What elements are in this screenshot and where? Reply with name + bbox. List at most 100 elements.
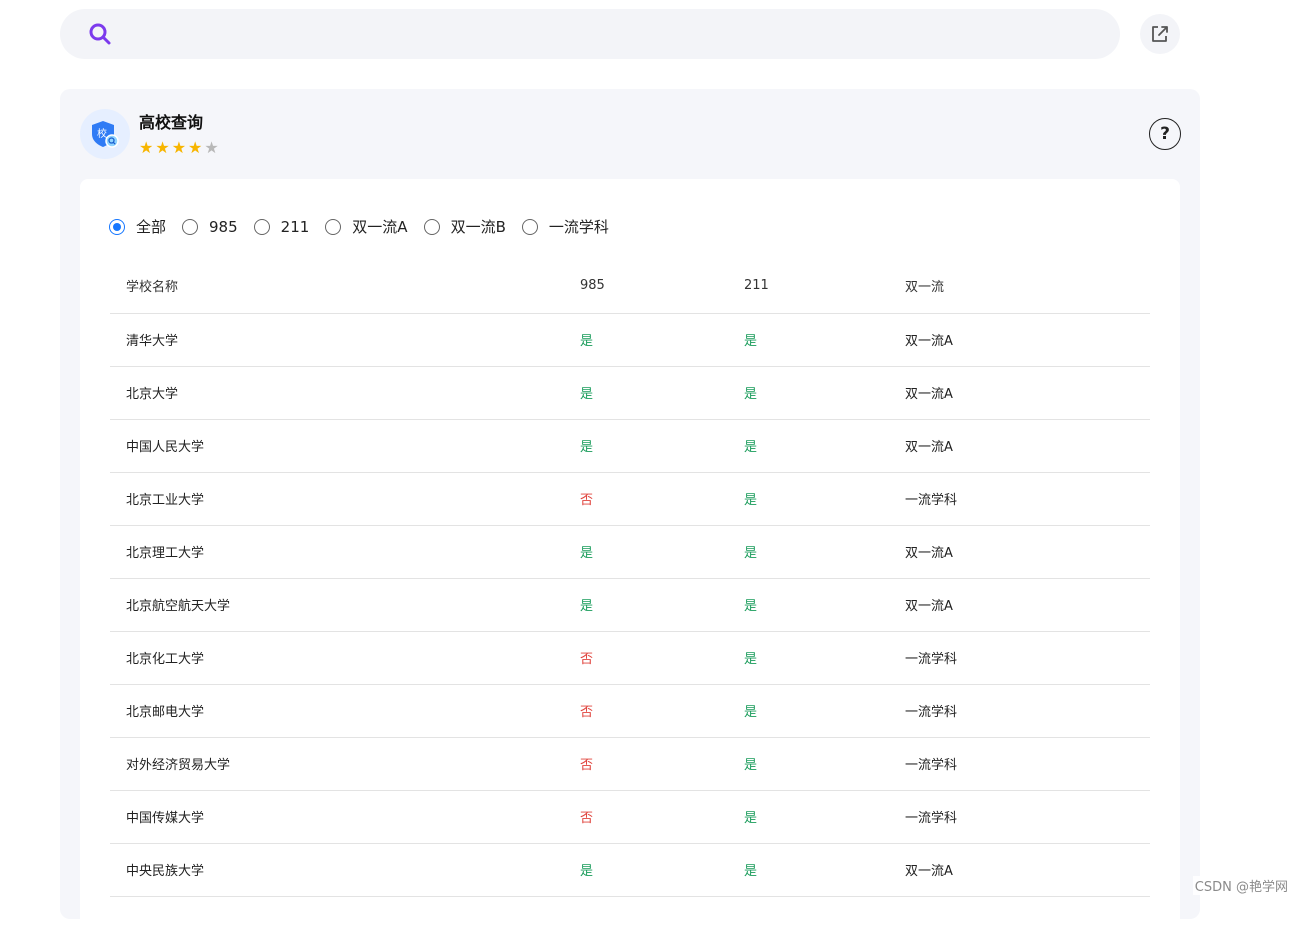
filter-label: 一流学科 [549, 216, 609, 237]
table-header-row: 学校名称 985 211 双一流 [110, 259, 1150, 313]
cell-double-first-class: 一流学科 [889, 684, 1150, 737]
cell-school-name: 对外经济贸易大学 [110, 737, 564, 790]
cell-211: 是 [728, 631, 889, 684]
cell-211: 是 [728, 737, 889, 790]
share-icon [1149, 23, 1171, 45]
cell-985: 是 [564, 366, 728, 419]
cell-211: 是 [728, 419, 889, 472]
star-icon: ★ [204, 139, 218, 157]
filter-label: 985 [209, 218, 238, 236]
cell-school-name: 清华大学 [110, 313, 564, 366]
filter-option[interactable]: 双一流A [325, 216, 407, 237]
cell-double-first-class: 双一流A [889, 366, 1150, 419]
radio-checked-icon[interactable] [109, 219, 125, 235]
cell-double-first-class: 双一流A [889, 843, 1150, 896]
table-row: 北京理工大学是是双一流A [110, 525, 1150, 578]
cell-school-name: 中国人民大学 [110, 419, 564, 472]
star-icon: ★ [139, 139, 153, 157]
cell-school-name: 北京大学 [110, 366, 564, 419]
filter-label: 双一流B [451, 216, 506, 237]
filter-option[interactable]: 双一流B [424, 216, 506, 237]
table-row: 北京邮电大学否是一流学科 [110, 684, 1150, 737]
cell-211: 是 [728, 843, 889, 896]
cell-double-first-class: 一流学科 [889, 790, 1150, 843]
table-row: 北京航空航天大学是是双一流A [110, 578, 1150, 631]
table-row: 北京化工大学否是一流学科 [110, 631, 1150, 684]
cell-211: 是 [728, 472, 889, 525]
header-school-name: 学校名称 [110, 259, 564, 313]
cell-985: 是 [564, 419, 728, 472]
watermark: CSDN @艳学网 [1193, 876, 1290, 895]
filter-label: 全部 [136, 216, 166, 237]
table-row: 中国人民大学是是双一流A [110, 419, 1150, 472]
filter-option[interactable]: 985 [182, 218, 238, 236]
school-table: 学校名称 985 211 双一流 清华大学是是双一流A北京大学是是双一流A中国人… [110, 259, 1150, 897]
header-double-first-class: 双一流 [889, 259, 1150, 313]
cell-985: 是 [564, 578, 728, 631]
app-card: 校 高校查询 ★★★★★ ? 全部985211双一流A双一流B一流学科 学校名称… [60, 89, 1200, 919]
star-icon: ★ [155, 139, 169, 157]
cell-985: 否 [564, 737, 728, 790]
cell-school-name: 中国传媒大学 [110, 790, 564, 843]
cell-211: 是 [728, 684, 889, 737]
cell-school-name: 北京航空航天大学 [110, 578, 564, 631]
radio-unchecked-icon[interactable] [424, 219, 440, 235]
cell-211: 是 [728, 525, 889, 578]
help-button[interactable]: ? [1149, 118, 1181, 150]
radio-unchecked-icon[interactable] [522, 219, 538, 235]
radio-unchecked-icon[interactable] [254, 219, 270, 235]
cell-double-first-class: 一流学科 [889, 737, 1150, 790]
cell-school-name: 北京工业大学 [110, 472, 564, 525]
header-211: 211 [728, 259, 889, 313]
cell-985: 否 [564, 684, 728, 737]
header-985: 985 [564, 259, 728, 313]
filter-option[interactable]: 一流学科 [522, 216, 609, 237]
school-search-icon: 校 [89, 118, 121, 150]
radio-unchecked-icon[interactable] [325, 219, 341, 235]
cell-school-name: 北京理工大学 [110, 525, 564, 578]
filter-option[interactable]: 全部 [109, 216, 166, 237]
cell-985: 是 [564, 525, 728, 578]
cell-985: 否 [564, 790, 728, 843]
cell-985: 是 [564, 843, 728, 896]
table-row: 北京大学是是双一流A [110, 366, 1150, 419]
cell-double-first-class: 双一流A [889, 578, 1150, 631]
cell-985: 是 [564, 313, 728, 366]
filter-label: 双一流A [352, 216, 407, 237]
table-row: 对外经济贸易大学否是一流学科 [110, 737, 1150, 790]
filter-option[interactable]: 211 [254, 218, 310, 236]
rating-stars: ★★★★★ [139, 139, 219, 157]
cell-211: 是 [728, 790, 889, 843]
question-mark-icon: ? [1160, 124, 1170, 144]
cell-211: 是 [728, 578, 889, 631]
cell-985: 否 [564, 472, 728, 525]
star-icon: ★ [172, 139, 186, 157]
search-bar[interactable] [60, 9, 1120, 59]
svg-text:校: 校 [97, 127, 107, 140]
cell-school-name: 北京邮电大学 [110, 684, 564, 737]
cell-double-first-class: 双一流A [889, 419, 1150, 472]
cell-211: 是 [728, 313, 889, 366]
search-icon [88, 22, 112, 46]
filter-radio-group: 全部 985 211 双一流A 双一流B 一流学科 [109, 216, 625, 237]
table-row: 中央民族大学是是双一流A [110, 843, 1150, 896]
star-icon: ★ [188, 139, 202, 157]
radio-unchecked-icon[interactable] [182, 219, 198, 235]
table-row: 清华大学是是双一流A [110, 313, 1150, 366]
cell-school-name: 中央民族大学 [110, 843, 564, 896]
share-button[interactable] [1140, 14, 1180, 54]
app-logo: 校 [80, 109, 130, 159]
radio-dot [113, 223, 121, 231]
cell-double-first-class: 双一流A [889, 313, 1150, 366]
cell-double-first-class: 一流学科 [889, 472, 1150, 525]
cell-double-first-class: 一流学科 [889, 631, 1150, 684]
cell-985: 否 [564, 631, 728, 684]
table-row: 中国传媒大学否是一流学科 [110, 790, 1150, 843]
results-panel: 全部985211双一流A双一流B一流学科 学校名称 985 211 双一流 清华… [80, 179, 1180, 939]
cell-school-name: 北京化工大学 [110, 631, 564, 684]
table-row: 北京工业大学否是一流学科 [110, 472, 1150, 525]
cell-double-first-class: 双一流A [889, 525, 1150, 578]
cell-211: 是 [728, 366, 889, 419]
filter-label: 211 [281, 218, 310, 236]
app-title: 高校查询 [139, 112, 203, 134]
